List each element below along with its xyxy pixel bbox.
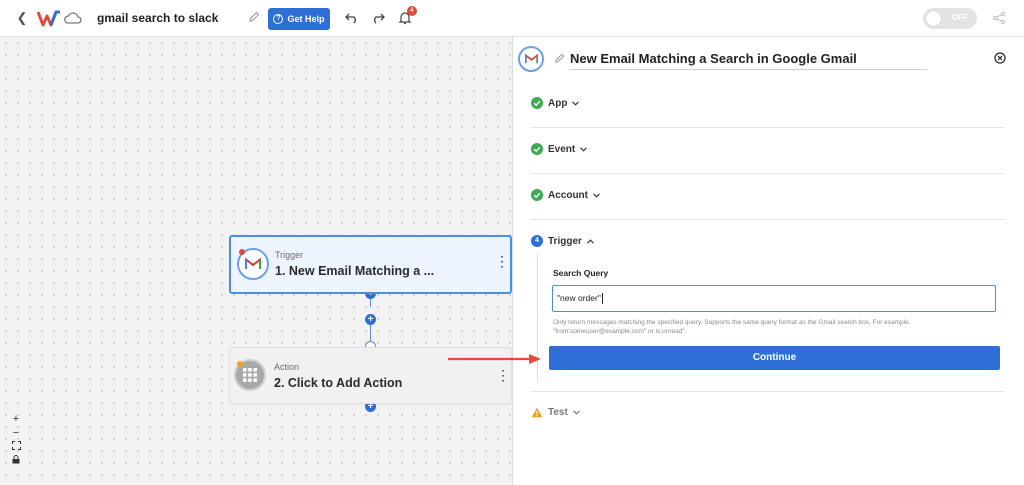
search-query-help-text: Only return messages matching the specif…	[553, 319, 911, 335]
section-divider	[531, 173, 1004, 174]
redo-icon[interactable]	[371, 12, 385, 24]
section-divider	[531, 127, 1004, 128]
trigger-node[interactable]: Trigger 1. New Email Matching a ... ⋮	[229, 235, 512, 294]
trigger-node-type: Trigger	[275, 250, 304, 260]
section-app[interactable]: App	[531, 96, 580, 110]
trigger-node-more-icon[interactable]: ⋮	[495, 254, 509, 273]
brand-logo-icon[interactable]	[37, 10, 61, 27]
section-event[interactable]: Event	[531, 142, 588, 156]
complete-check-icon	[531, 143, 543, 155]
zoom-controls: + −	[8, 412, 24, 472]
workflow-on-off-toggle[interactable]: OFF	[923, 8, 977, 29]
action-node-more-icon[interactable]: ⋮	[496, 368, 510, 387]
trigger-node-title: 1. New Email Matching a ...	[275, 264, 435, 278]
section-test[interactable]: Test	[531, 405, 580, 419]
complete-check-icon	[531, 97, 543, 109]
step-title-underline	[570, 69, 927, 70]
get-help-button[interactable]: ? Get Help	[268, 8, 330, 30]
action-status-dot	[237, 361, 243, 367]
get-help-label: Get Help	[287, 14, 325, 24]
close-panel-icon[interactable]	[994, 52, 1006, 64]
section-event-label: Event	[548, 143, 576, 155]
notification-count-badge: 4	[407, 6, 417, 16]
chevron-down-icon	[572, 100, 580, 106]
fit-view-icon[interactable]	[8, 440, 24, 454]
zoom-in-button[interactable]: +	[8, 412, 24, 426]
workflow-title[interactable]: gmail search to slack	[97, 11, 218, 25]
section-trigger-label: Trigger	[548, 235, 582, 247]
action-node-type: Action	[274, 362, 300, 372]
section-app-label: App	[548, 97, 568, 109]
step-title[interactable]: New Email Matching a Search in Google Gm…	[570, 51, 857, 66]
section-divider	[531, 219, 1004, 220]
share-icon[interactable]	[992, 11, 1006, 25]
chevron-down-icon	[580, 146, 588, 152]
add-step-between-button[interactable]: +	[365, 314, 376, 325]
action-node-title: 2. Click to Add Action	[274, 376, 403, 390]
chevron-up-icon	[587, 238, 594, 244]
chevron-down-icon	[572, 409, 580, 415]
lock-icon[interactable]	[8, 454, 24, 468]
back-chevron-icon[interactable]: ❮	[14, 10, 30, 26]
section-account[interactable]: Account	[531, 188, 600, 202]
trigger-status-dot	[239, 249, 245, 255]
edit-title-pencil-icon[interactable]	[248, 11, 260, 23]
search-query-input[interactable]: "new order"	[552, 285, 996, 312]
section-divider	[531, 391, 1004, 392]
zoom-out-button[interactable]: −	[8, 426, 24, 440]
top-bar: ❮ gmail search to slack ? Get Help 4 OFF	[0, 0, 1024, 37]
toggle-knob	[926, 11, 941, 26]
gmail-app-icon	[518, 46, 544, 72]
search-query-label: Search Query	[553, 268, 609, 278]
workflow-editor: ❮ gmail search to slack ? Get Help 4 OFF	[0, 0, 1024, 485]
step-config-panel: New Email Matching a Search in Google Gm…	[512, 37, 1024, 485]
text-caret	[601, 293, 603, 305]
search-query-value: "new order"	[557, 293, 601, 303]
continue-button[interactable]: Continue	[549, 346, 1000, 370]
undo-icon[interactable]	[345, 12, 359, 24]
step-number-badge: 4	[531, 235, 543, 247]
edit-step-title-pencil-icon[interactable]	[554, 53, 565, 64]
annotation-arrow-icon	[448, 354, 541, 364]
section-account-label: Account	[548, 189, 588, 201]
question-circle-icon: ?	[273, 14, 284, 24]
section-trigger[interactable]: 4 Trigger	[531, 234, 594, 248]
warning-triangle-icon	[531, 407, 543, 417]
complete-check-icon	[531, 189, 543, 201]
toggle-label: OFF	[952, 13, 968, 22]
connector-line	[370, 325, 371, 341]
cloud-saved-icon	[64, 12, 82, 24]
section-test-label: Test	[548, 406, 568, 418]
chevron-down-icon	[593, 192, 600, 198]
